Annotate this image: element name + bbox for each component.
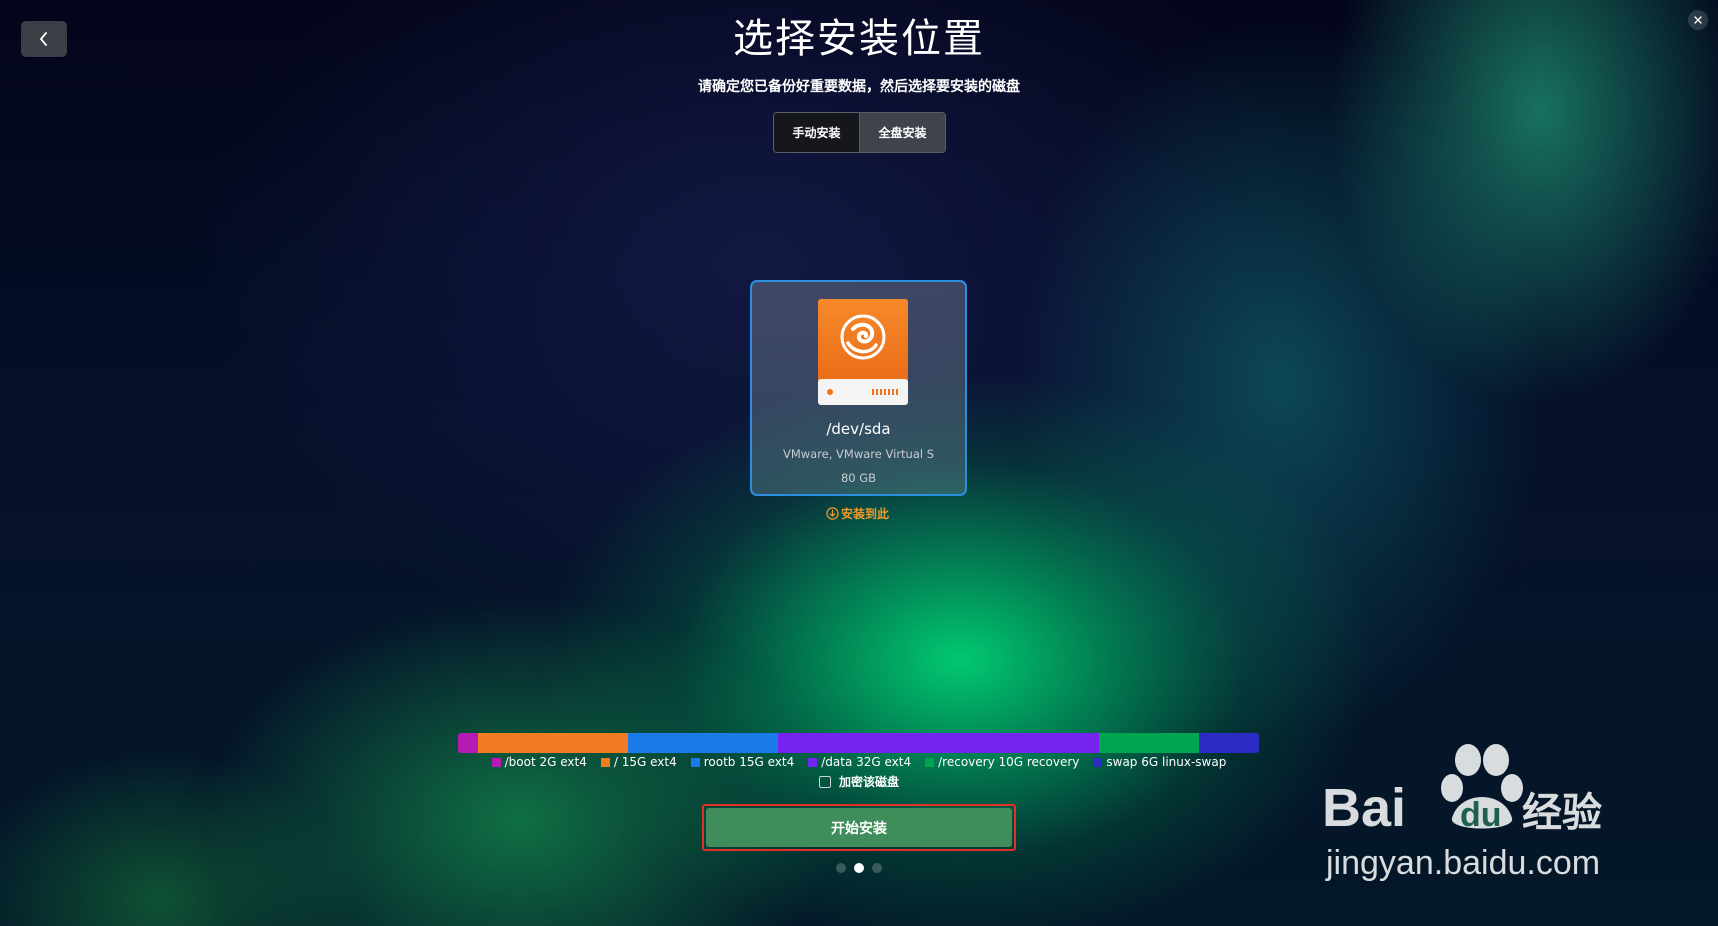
legend-swatch <box>1093 757 1103 767</box>
install-here-indicator: 安装到此 <box>826 505 889 522</box>
partition-segment <box>458 733 479 753</box>
partition-segment <box>778 733 1099 753</box>
legend-label: /data 32G ext4 <box>821 755 912 769</box>
disk-size: 80 GB <box>840 471 877 485</box>
disk-model: VMware, VMware Virtual S <box>782 447 935 461</box>
legend-swatch <box>925 757 935 767</box>
legend-item-recovery: /recovery 10G recovery <box>925 755 1079 769</box>
disk-name: /dev/sda <box>826 420 891 438</box>
legend-swatch <box>690 757 700 767</box>
legend-label: swap 6G linux-swap <box>1106 755 1227 769</box>
page-subtitle: 请确定您已备份好重要数据，然后选择要安装的磁盘 <box>698 79 1020 95</box>
encrypt-label: 加密该磁盘 <box>839 775 900 789</box>
page-dot-active <box>854 863 864 873</box>
watermark-url: jingyan.baidu.com <box>1325 844 1600 882</box>
partition-segment <box>1198 733 1259 753</box>
deepin-disk-icon <box>818 299 908 405</box>
legend-swatch <box>808 757 818 767</box>
watermark-brand-cn: 经验 <box>1522 790 1602 836</box>
page-dot <box>836 863 846 873</box>
tab-manual-install[interactable]: 手动安装 <box>774 113 859 152</box>
install-mode-switch: 手动安装 全盘安装 <box>773 112 946 153</box>
legend-label: /recovery 10G recovery <box>938 755 1080 769</box>
disk-card[interactable]: /dev/sda VMware, VMware Virtual S 80 GB <box>750 280 967 496</box>
watermark-brand-du: du <box>1460 796 1502 834</box>
legend-item-swap: swap 6G linux-swap <box>1093 755 1226 769</box>
page-dot <box>872 863 882 873</box>
baidu-jingyan-watermark: Bai du 经验 jingyan.baidu.com <box>1322 744 1602 882</box>
tab-full-disk-install[interactable]: 全盘安装 <box>859 113 945 152</box>
legend-label: /boot 2G ext4 <box>504 755 587 769</box>
legend-label: / 15G ext4 <box>613 755 677 769</box>
legend-item-data: /data 32G ext4 <box>808 755 911 769</box>
watermark-brand: Bai <box>1322 778 1406 838</box>
installer-screen: 选择安装位置 请确定您已备份好重要数据，然后选择要安装的磁盘 手动安装 全盘安装 <box>0 0 1718 926</box>
legend-swatch <box>491 757 501 767</box>
encrypt-disk-option[interactable]: 加密该磁盘 <box>819 773 899 790</box>
legend-item-root: / 15G ext4 <box>600 755 677 769</box>
legend-item-rootb: rootb 15G ext4 <box>690 755 795 769</box>
encrypt-checkbox[interactable] <box>819 775 831 788</box>
partition-bar <box>458 733 1259 753</box>
legend-label: rootb 15G ext4 <box>703 755 795 769</box>
partition-segment <box>478 733 629 753</box>
partition-segment <box>628 733 779 753</box>
start-install-button[interactable]: 开始安装 <box>706 808 1012 847</box>
legend-item-boot: /boot 2G ext4 <box>491 755 587 769</box>
partition-segment <box>1098 733 1199 753</box>
legend-swatch <box>600 757 610 767</box>
download-circle-icon <box>826 507 839 520</box>
install-here-label: 安装到此 <box>841 507 890 521</box>
page-title: 选择安装位置 <box>733 16 985 62</box>
